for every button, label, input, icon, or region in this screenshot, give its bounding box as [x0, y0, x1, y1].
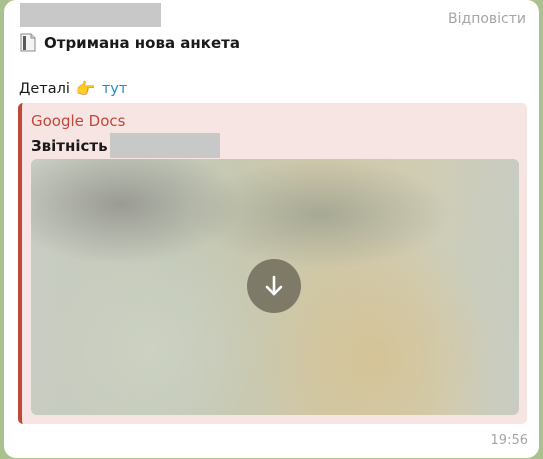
preview-image[interactable]: [31, 159, 519, 415]
message-time: 19:56: [490, 433, 528, 448]
download-button[interactable]: [247, 259, 301, 313]
message-title-text: Отримана нова анкета: [44, 33, 240, 52]
message-bubble[interactable]: Відповісти Отримана нова анкета Деталі 👉…: [4, 0, 539, 458]
preview-title: Звітність: [31, 133, 220, 158]
preview-title-text: Звітність: [31, 136, 108, 155]
details-text: Деталі: [19, 80, 70, 97]
preview-title-redacted: [109, 133, 220, 158]
document-icon: [20, 33, 36, 52]
download-arrow-icon: [265, 275, 283, 296]
details-link[interactable]: тут: [102, 81, 127, 97]
pointing-hand-icon: 👉: [75, 79, 96, 98]
preview-site-name: Google Docs: [31, 112, 126, 130]
details-line: Деталі 👉 тут: [19, 79, 127, 98]
message-title: Отримана нова анкета: [20, 33, 240, 52]
link-preview[interactable]: Google Docs Звітність: [18, 103, 527, 424]
reply-button[interactable]: Відповісти: [448, 11, 526, 27]
sender-name-redacted: [20, 3, 161, 27]
